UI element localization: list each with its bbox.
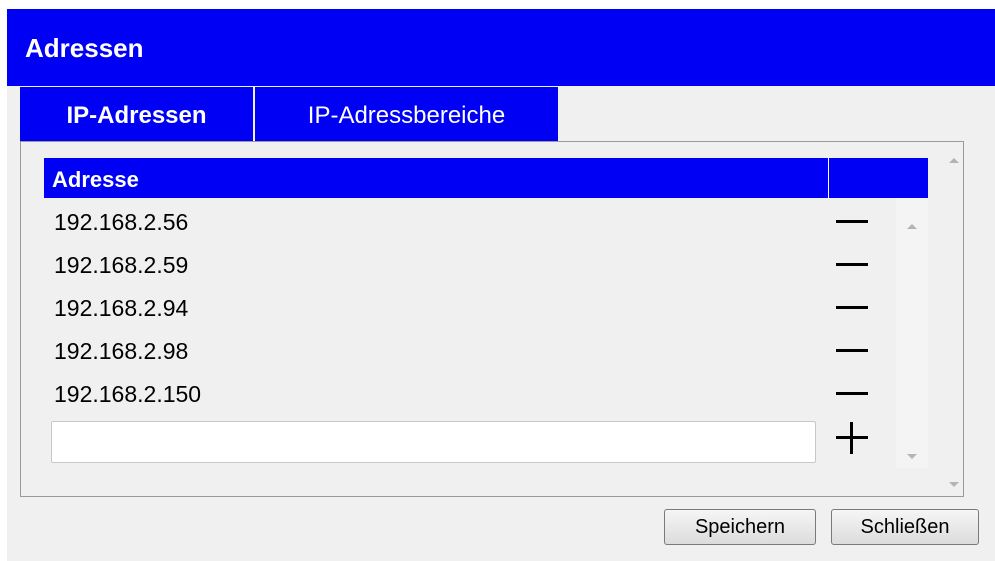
outer-scrollbar[interactable] [940, 140, 969, 497]
minus-icon [836, 349, 868, 352]
add-button[interactable] [834, 420, 870, 456]
table-row: 192.168.2.59 [44, 247, 894, 283]
minus-icon [836, 392, 868, 395]
new-address-input[interactable] [51, 421, 816, 463]
remove-button[interactable] [832, 204, 872, 240]
remove-button[interactable] [832, 376, 872, 412]
scroll-down-icon[interactable] [907, 454, 917, 459]
remove-button[interactable] [832, 247, 872, 283]
minus-icon [836, 220, 868, 223]
table-row: 192.168.2.98 [44, 333, 894, 369]
dialog-title: Adressen [7, 9, 995, 86]
tab-ip-addresses[interactable]: IP-Adressen [20, 87, 253, 141]
close-button[interactable]: Schließen [831, 509, 979, 545]
row-address: 192.168.2.94 [54, 295, 189, 321]
row-address: 192.168.2.59 [54, 252, 189, 278]
remove-button[interactable] [832, 333, 872, 369]
save-button[interactable]: Speichern [664, 509, 816, 545]
scroll-down-icon[interactable] [949, 482, 959, 487]
minus-icon [836, 263, 868, 266]
column-header-address: Adresse [44, 158, 829, 198]
tab-ip-address-ranges[interactable]: IP-Adressbereiche [255, 87, 558, 141]
minus-icon [836, 306, 868, 309]
table-row: 192.168.2.150 [44, 376, 894, 412]
scroll-up-icon[interactable] [949, 158, 959, 163]
table-row: 192.168.2.94 [44, 290, 894, 326]
row-address: 192.168.2.56 [54, 209, 189, 235]
table-header: Adresse [44, 158, 928, 198]
table-row: 192.168.2.56 [44, 204, 894, 240]
column-header-action [830, 158, 928, 198]
scroll-up-icon[interactable] [907, 224, 917, 229]
row-address: 192.168.2.98 [54, 338, 189, 364]
row-address: 192.168.2.150 [54, 381, 202, 407]
table-scrollbar[interactable] [896, 198, 928, 468]
remove-button[interactable] [832, 290, 872, 326]
